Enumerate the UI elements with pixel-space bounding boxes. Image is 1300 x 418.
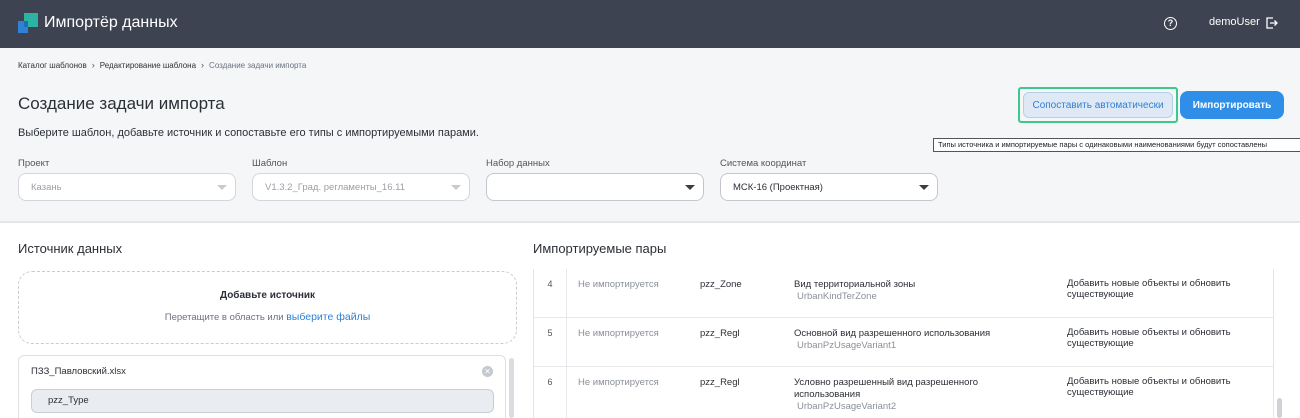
dropzone-title: Добавьте источник xyxy=(219,290,316,301)
breadcrumb-item-edit-template[interactable]: Редактирование шаблона xyxy=(100,61,196,70)
crs-select-value: МСК-16 (Проектная) xyxy=(733,181,823,193)
row-source-code: pzz_Regl xyxy=(700,377,740,388)
top-bar: Импортёр данных ? demoUser xyxy=(0,0,1300,48)
row-import-mode[interactable]: Добавить новые объекты и обновить сущест… xyxy=(1067,376,1257,398)
chevron-down-icon xyxy=(685,185,695,190)
auto-match-button[interactable]: Сопоставить автоматически xyxy=(1023,92,1173,118)
logout-icon[interactable] xyxy=(1266,17,1278,29)
app-logo-icon xyxy=(18,13,38,33)
row-source-code: pzz_Zone xyxy=(700,279,742,290)
chevron-down-icon xyxy=(919,185,929,190)
row-number: 4 xyxy=(534,269,567,317)
row-import-mode[interactable]: Добавить новые объекты и обновить сущест… xyxy=(1067,278,1257,300)
breadcrumb: Каталог шаблонов › Редактирование шаблон… xyxy=(18,60,306,70)
dropzone-hint-text: Перетащите в область или xyxy=(164,312,284,323)
source-dropzone[interactable]: Добавьте источник Перетащите в область и… xyxy=(18,271,517,344)
row-pair-name: Основной вид разрешенного использования … xyxy=(794,328,1024,352)
source-file-name: ПЗЗ_Павловский.xlsx xyxy=(31,366,126,377)
dropzone-hint: Перетащите в область или выберите файлы xyxy=(19,311,516,323)
pairs-section-title: Импортируемые пары xyxy=(533,241,667,256)
row-pair-code: UrbanPzUsageVariant2 xyxy=(797,401,897,412)
breadcrumb-separator-icon: › xyxy=(201,60,205,70)
crs-select[interactable]: МСК-16 (Проектная) xyxy=(720,173,938,201)
template-select[interactable]: V1.3.2_Град. регламенты_16.11 xyxy=(252,173,470,201)
row-pair-code: UrbanKindTerZone xyxy=(797,291,877,302)
choose-files-link[interactable]: выберите файлы xyxy=(286,311,370,323)
row-pair-name: Вид территориальной зоны UrbanKindTerZon… xyxy=(794,279,1024,303)
source-type-chip[interactable]: pzz_Type xyxy=(31,389,494,413)
table-row[interactable]: 4 Не импортируется pzz_Zone Вид территор… xyxy=(534,269,1273,318)
row-pair-name: Условно разрешенный вид разрешенного исп… xyxy=(794,377,1024,413)
page-subtitle: Выберите шаблон, добавьте источник и соп… xyxy=(18,127,479,139)
dataset-select[interactable] xyxy=(486,173,704,201)
help-icon[interactable]: ? xyxy=(1164,17,1177,30)
row-pair-title: Условно разрешенный вид разрешенного исп… xyxy=(794,377,978,400)
source-section-title: Источник данных xyxy=(18,241,123,256)
chevron-down-icon xyxy=(217,185,227,190)
row-pair-title: Вид территориальной зоны xyxy=(794,279,916,290)
row-pair-code: UrbanPzUsageVariant1 xyxy=(797,340,897,351)
row-import-mode[interactable]: Добавить новые объекты и обновить сущест… xyxy=(1067,327,1257,349)
auto-match-tooltip: Типы источника и импортируемые пары с од… xyxy=(933,138,1300,152)
row-source-code: pzz_Regl xyxy=(700,328,740,339)
crs-label: Система координат xyxy=(720,158,807,169)
pairs-table: 4 Не импортируется pzz_Zone Вид территор… xyxy=(533,269,1274,418)
project-label: Проект xyxy=(18,158,50,169)
pairs-scrollbar[interactable] xyxy=(1277,398,1282,418)
chevron-down-icon xyxy=(451,185,461,190)
row-status: Не импортируется xyxy=(578,279,659,290)
row-status: Не импортируется xyxy=(578,377,659,388)
close-icon[interactable]: ✕ xyxy=(482,366,493,377)
source-scrollbar[interactable] xyxy=(509,358,514,418)
row-number: 5 xyxy=(534,318,567,366)
template-label: Шаблон xyxy=(252,158,288,169)
breadcrumb-separator-icon: › xyxy=(91,60,95,70)
table-row[interactable]: 6 Не импортируется pzz_Regl Условно разр… xyxy=(534,367,1273,418)
row-pair-title: Основной вид разрешенного использования xyxy=(794,328,991,339)
source-file-card: ПЗЗ_Павловский.xlsx ✕ pzz_Type xyxy=(18,355,506,418)
breadcrumb-item-catalog[interactable]: Каталог шаблонов xyxy=(18,61,87,70)
dataset-label: Набор данных xyxy=(486,158,550,169)
row-status: Не импортируется xyxy=(578,328,659,339)
username[interactable]: demoUser xyxy=(1209,16,1260,28)
project-select-value: Казань xyxy=(31,181,62,193)
table-row[interactable]: 5 Не импортируется pzz_Regl Основной вид… xyxy=(534,318,1273,367)
template-select-value: V1.3.2_Град. регламенты_16.11 xyxy=(265,181,405,193)
app-title: Импортёр данных xyxy=(44,14,178,31)
project-select[interactable]: Казань xyxy=(18,173,236,201)
auto-match-button-highlight: Сопоставить автоматически xyxy=(1018,87,1178,123)
import-button[interactable]: Импортировать xyxy=(1180,91,1284,119)
row-number: 6 xyxy=(534,367,567,418)
page-title: Создание задачи импорта xyxy=(18,94,225,113)
breadcrumb-item-current: Создание задачи импорта xyxy=(209,60,307,70)
